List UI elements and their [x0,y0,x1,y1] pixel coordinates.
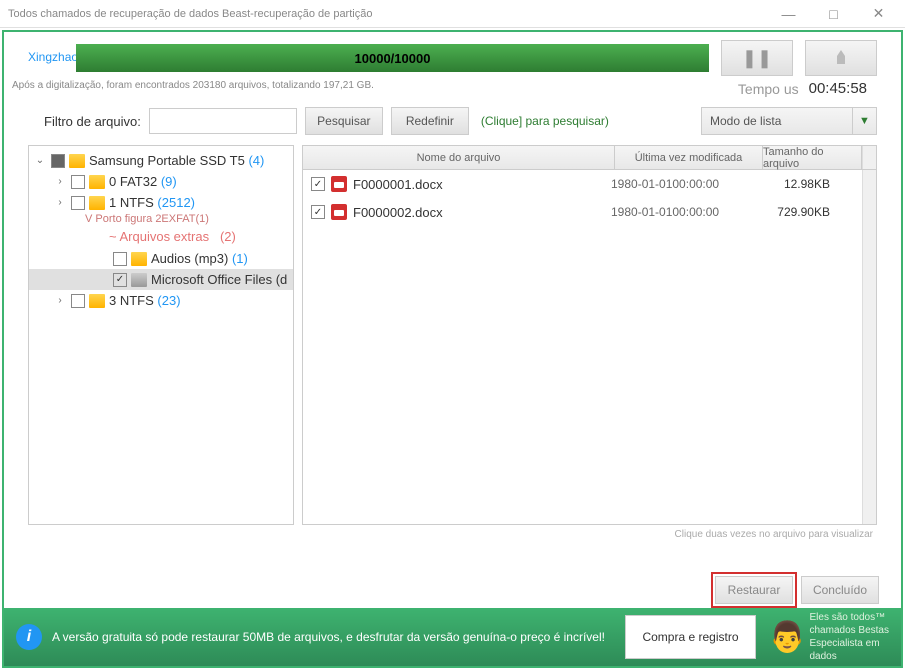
checkbox[interactable] [71,175,85,189]
list-mode-select[interactable]: Modo de lista ▼ [701,107,877,135]
caret-right-icon[interactable]: › [53,295,67,306]
scrollbar[interactable] [862,170,876,524]
scrollbar[interactable] [862,146,876,169]
window-title: Todos chamados de recuperação de dados B… [4,8,766,20]
scan-summary: Após a digitalização, foram encontrados … [12,80,374,97]
filter-section: Filtro de arquivo: Pesquisar Redefinir (… [4,101,901,145]
column-size[interactable]: Tamanho do arquivo [763,146,862,169]
folder-icon [89,294,105,308]
tree-item-name: 3 NTFS [109,293,154,308]
preview-hint: Clique duas vezes no arquivo para visual… [4,525,901,544]
progress-bar: 10000/10000 [76,44,709,72]
tree-item-name: Microsoft Office Files (d [151,272,287,287]
tree-item-count: (2512) [157,195,195,210]
file-name: F0000001.docx [353,177,611,192]
content-area: ⌄ Samsung Portable SSD T5 (4) › 0 FAT32 … [4,145,901,525]
folder-icon [89,196,105,210]
checkbox-checked[interactable] [311,205,325,219]
checkbox[interactable] [71,294,85,308]
buy-register-button[interactable]: Compra e registro [625,615,755,659]
titlebar: Todos chamados de recuperação de dados B… [0,0,905,28]
search-button[interactable]: Pesquisar [305,107,383,135]
folder-icon [89,175,105,189]
tree-item-count: (23) [157,293,180,308]
file-size: 729.90KB [771,205,854,219]
tree-item-count: (9) [161,174,177,189]
footer-right-text: Eles são todos™ chamados Bestas Especial… [810,611,890,663]
tree-extras-count: (2) [220,229,236,244]
caret-right-icon[interactable]: › [53,197,67,208]
window-controls: — □ ✕ [766,0,901,28]
tree-item-count: (1) [232,251,248,266]
tree-extras-label: ~ Arquivos extras [109,229,209,244]
main-container: Xingzhao 10000/10000 ❚❚ Após a digitaliz… [2,30,903,668]
folder-icon [131,273,147,287]
tree-sub-label: V Porto figura 2EXFAT(1) [29,213,293,225]
footer-text: A versão gratuita só pode restaurar 50MB… [52,630,625,644]
tree-item-ntfs1[interactable]: › 1 NTFS (2512) [29,192,293,213]
minimize-button[interactable]: — [766,0,811,28]
file-row[interactable]: F0000001.docx 1980-01-0100:00:00 12.98KB [303,170,862,198]
close-button[interactable]: ✕ [856,0,901,28]
stop-button[interactable] [805,40,877,76]
tree-item-fat32[interactable]: › 0 FAT32 (9) [29,171,293,192]
reset-button[interactable]: Redefinir [391,107,469,135]
filter-input[interactable] [149,108,297,134]
caret-down-icon[interactable]: ⌄ [33,155,47,166]
column-name[interactable]: Nome do arquivo [303,146,615,169]
time-value: 00:45:58 [809,80,867,97]
caret-right-icon[interactable]: › [53,176,67,187]
time-info: Tempo us 00:45:58 [738,80,897,97]
tree-item-audios[interactable]: Audios (mp3) (1) [29,248,293,269]
checkbox[interactable] [71,196,85,210]
tree-panel: ⌄ Samsung Portable SSD T5 (4) › 0 FAT32 … [28,145,294,525]
tree-root[interactable]: ⌄ Samsung Portable SSD T5 (4) [29,150,293,171]
avatar-icon: 👨 [766,617,810,657]
done-button[interactable]: Concluído [801,576,879,604]
filter-hint: (Clique] para pesquisar) [481,114,609,128]
file-date: 1980-01-0100:00:00 [611,205,771,219]
progress-section: Xingzhao 10000/10000 ❚❚ [4,32,901,80]
progress-label: Xingzhao [28,51,64,64]
tree-item-name: Audios (mp3) [151,251,228,266]
file-panel: Nome do arquivo Última vez modificada Ta… [302,145,877,525]
tree-item-name: 1 NTFS [109,195,154,210]
file-row[interactable]: F0000002.docx 1980-01-0100:00:00 729.90K… [303,198,862,226]
column-date[interactable]: Última vez modificada [615,146,763,169]
tree-extras[interactable]: ~ Arquivos extras (2) [29,225,293,248]
action-bar: Restaurar Concluído [4,544,901,616]
file-date: 1980-01-0100:00:00 [611,177,771,191]
footer: i A versão gratuita só pode restaurar 50… [4,608,901,666]
checkbox-checked[interactable] [311,177,325,191]
pause-button[interactable]: ❚❚ [721,40,793,76]
checkbox-partial[interactable] [51,154,65,168]
list-mode-label: Modo de lista [701,107,853,135]
checkbox[interactable] [113,252,127,266]
restore-button[interactable]: Restaurar [715,576,793,604]
file-size: 12.98KB [771,177,854,191]
tree-item-ntfs3[interactable]: › 3 NTFS (23) [29,290,293,311]
filter-label: Filtro de arquivo: [44,114,141,129]
docx-icon [331,204,347,220]
file-name: F0000002.docx [353,205,611,220]
time-label: Tempo us [738,81,799,97]
checkbox-checked[interactable] [113,273,127,287]
tree-item-name: 0 FAT32 [109,174,157,189]
folder-icon [131,252,147,266]
tree-item-office[interactable]: Microsoft Office Files (d [29,269,293,290]
dropdown-arrow-icon: ▼ [853,107,877,135]
folder-icon [69,154,85,168]
tree-root-name: Samsung Portable SSD T5 [89,153,245,168]
tree-root-count: (4) [248,153,264,168]
maximize-button[interactable]: □ [811,0,856,28]
progress-text: 10000/10000 [355,51,431,66]
scan-info: Após a digitalização, foram encontrados … [4,80,901,101]
docx-icon [331,176,347,192]
file-header: Nome do arquivo Última vez modificada Ta… [303,146,876,170]
info-icon: i [16,624,42,650]
